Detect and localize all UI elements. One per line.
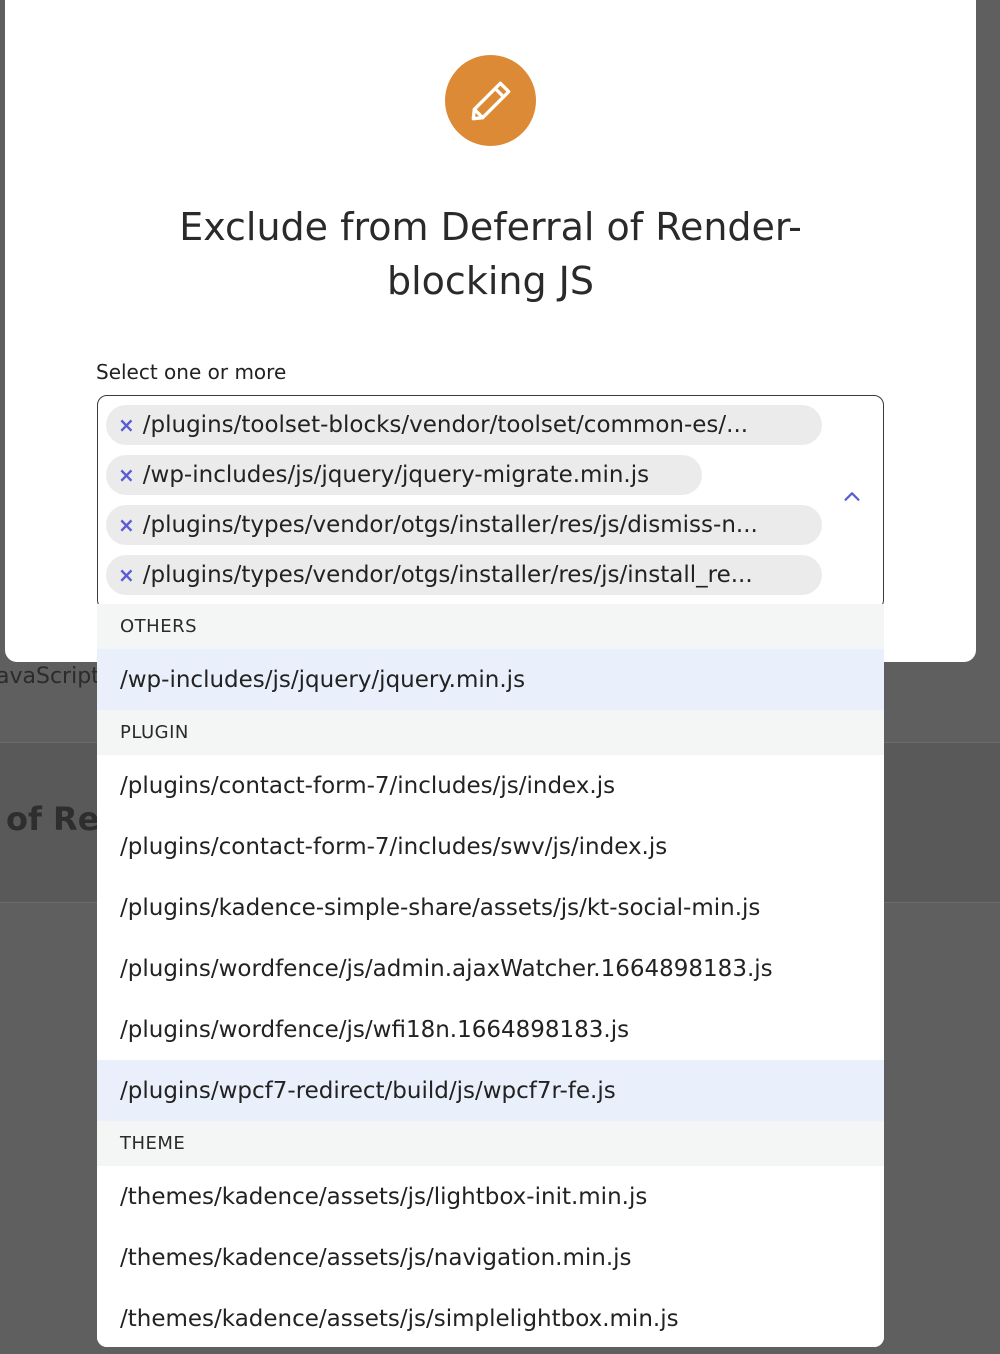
dropdown-option[interactable]: /themes/kadence/assets/js/lightbox-init.… [97,1166,884,1227]
modal-title: Exclude from Deferral of Render-blocking… [179,205,802,303]
selected-chip: × /plugins/types/vendor/otgs/installer/r… [106,555,822,595]
dropdown-option[interactable]: /plugins/wordfence/js/wfi18n.1664898183.… [97,999,884,1060]
dropdown-option[interactable]: /themes/kadence/assets/js/simplelightbox… [97,1288,884,1347]
remove-chip-icon[interactable]: × [118,513,135,537]
chip-label: /plugins/toolset-blocks/vendor/toolset/c… [142,412,749,438]
remove-chip-icon[interactable]: × [118,463,135,487]
pencil-icon [445,55,536,146]
group-header-others: OTHERS [97,604,884,649]
selected-chip: × /plugins/toolset-blocks/vendor/toolset… [106,405,822,445]
dropdown-option[interactable]: /plugins/kadence-simple-share/assets/js/… [97,877,884,938]
dropdown-option[interactable]: /wp-includes/js/jquery/jquery.min.js [97,649,884,710]
field-label: Select one or more [96,360,287,384]
multi-select-input[interactable]: × /plugins/toolset-blocks/vendor/toolset… [97,395,884,610]
selected-chip: × /wp-includes/js/jquery/jquery-migrate.… [106,455,702,495]
chip-label: /plugins/types/vendor/otgs/installer/res… [142,562,753,588]
dropdown-option[interactable]: /plugins/contact-form-7/includes/swv/js/… [97,816,884,877]
dropdown-option[interactable]: /themes/kadence/assets/js/navigation.min… [97,1227,884,1288]
background-label: avaScript [0,664,100,689]
selected-chip: × /plugins/types/vendor/otgs/installer/r… [106,505,822,545]
dropdown-option[interactable]: /plugins/contact-form-7/includes/js/inde… [97,755,884,816]
chevron-up-icon[interactable] [841,486,863,508]
dropdown-menu: OTHERS /wp-includes/js/jquery/jquery.min… [97,604,884,1347]
dropdown-option[interactable]: /plugins/wpcf7-redirect/build/js/wpcf7r-… [97,1060,884,1121]
group-header-plugin: PLUGIN [97,710,884,755]
dropdown-option[interactable]: /plugins/wordfence/js/admin.ajaxWatcher.… [97,938,884,999]
remove-chip-icon[interactable]: × [118,563,135,587]
chip-label: /wp-includes/js/jquery/jquery-migrate.mi… [142,462,650,488]
group-header-theme: THEME [97,1121,884,1166]
remove-chip-icon[interactable]: × [118,413,135,437]
chip-label: /plugins/types/vendor/otgs/installer/res… [142,512,758,538]
